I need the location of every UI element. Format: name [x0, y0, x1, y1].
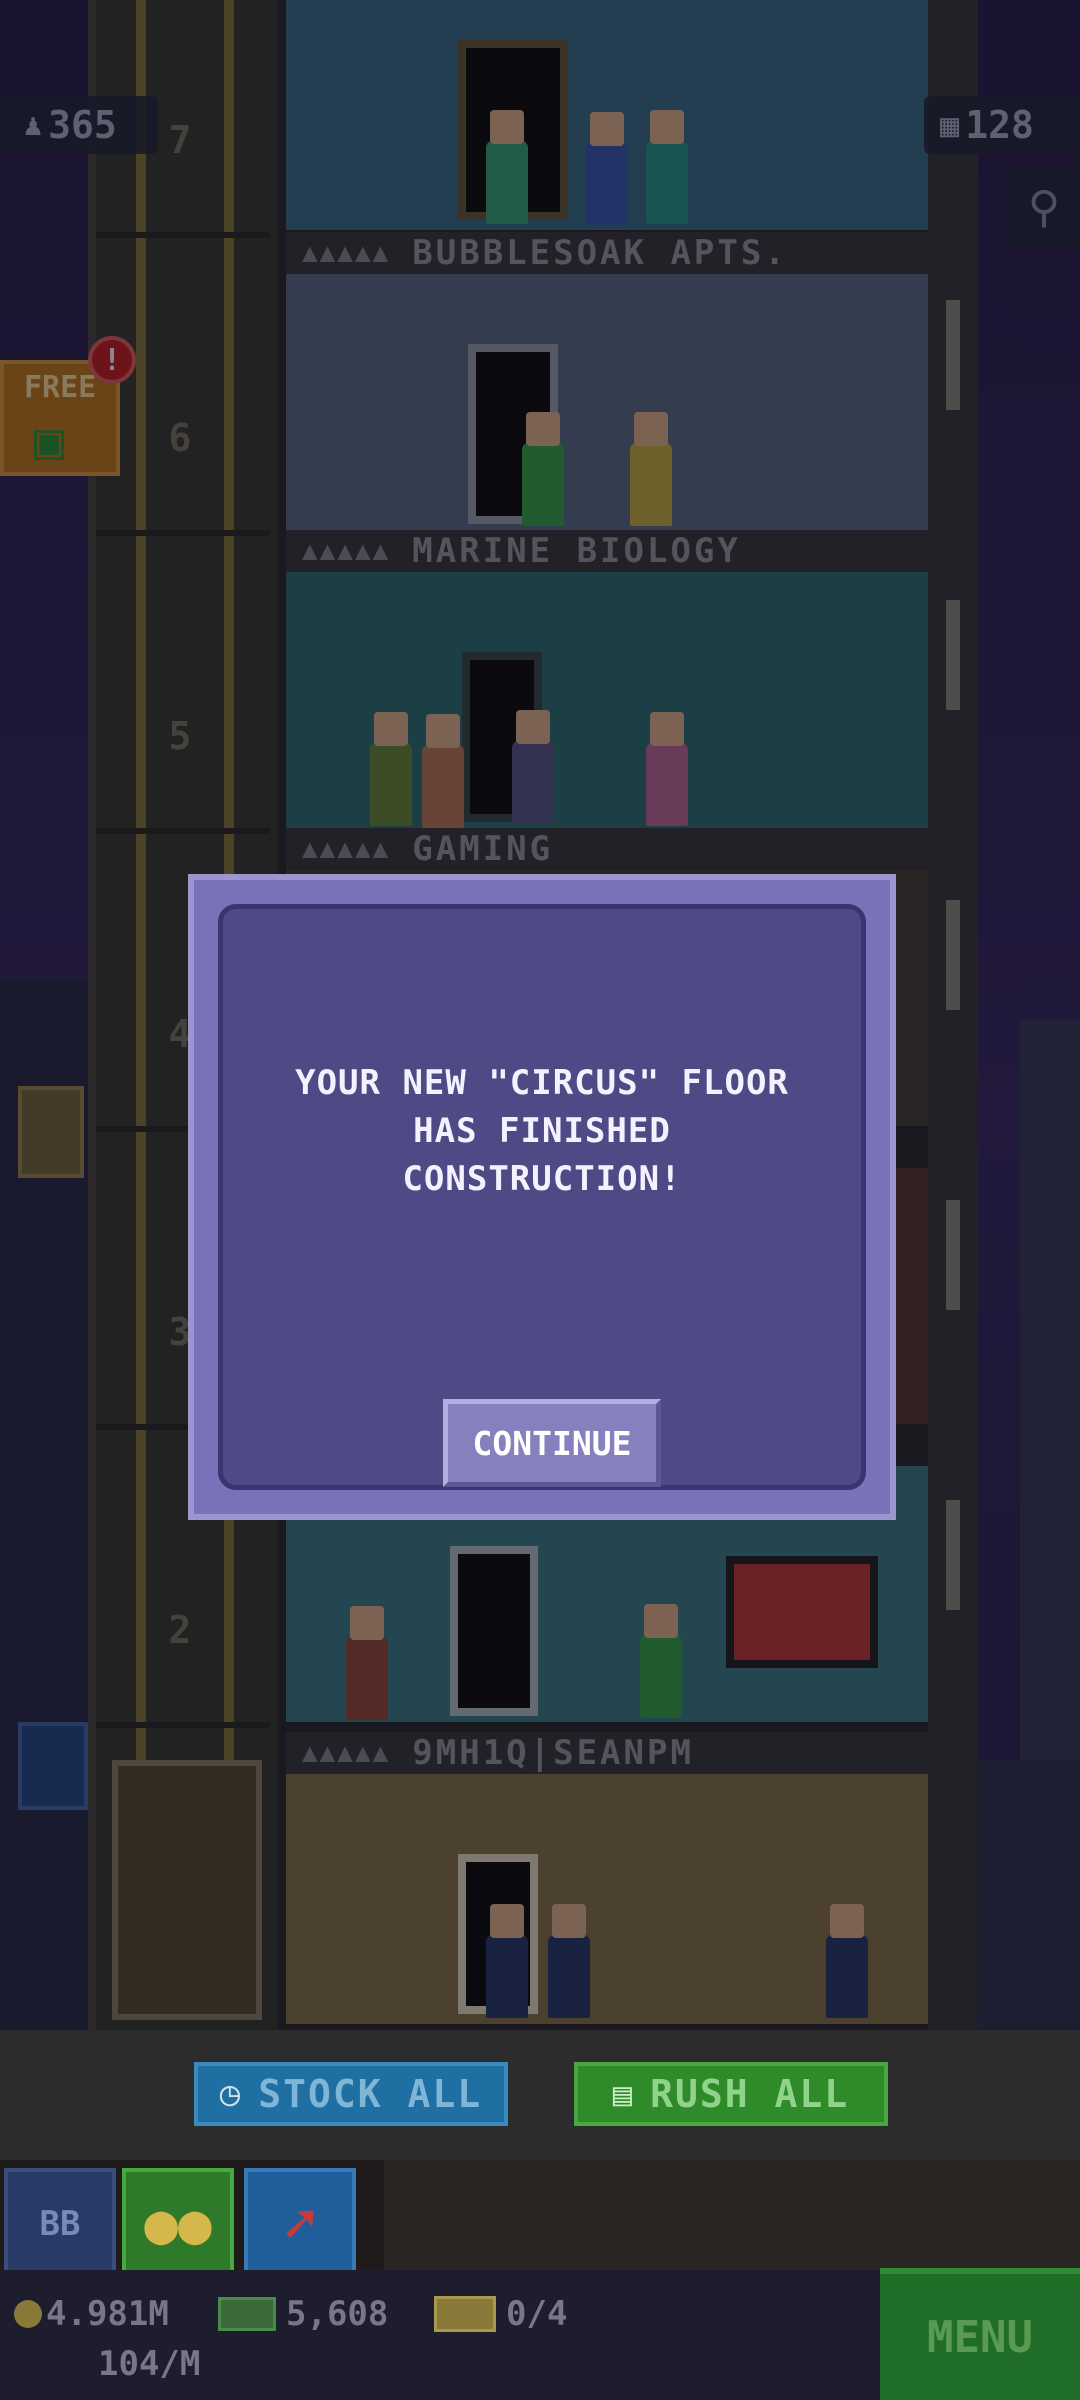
continue-button[interactable]: CONTINUE — [443, 1399, 661, 1487]
action-bar: ◷ STOCK ALL ▤ RUSH ALL — [0, 2030, 1080, 2160]
tab-coins[interactable]: ●● — [122, 2168, 234, 2280]
tab-move[interactable]: ➚ — [244, 2168, 356, 2280]
dialog-message: YOUR NEW "CIRCUS" FLOOR HAS FINISHED CON… — [295, 1063, 789, 1199]
coins-icon: ●● — [144, 2191, 212, 2257]
tickets-stat: 0/4 — [434, 2294, 567, 2334]
coins-stat: 4.981M — [14, 2294, 169, 2334]
coins-value: 4.981M — [46, 2294, 169, 2334]
bux-value: 5,608 — [286, 2294, 389, 2334]
ticket-icon — [434, 2296, 496, 2332]
clock-icon: ◷ — [219, 2074, 243, 2114]
bux-stat: 5,608 — [218, 2294, 388, 2334]
coin-rate-stat: 104/M — [98, 2344, 200, 2384]
rush-all-label: RUSH ALL — [650, 2072, 850, 2116]
coin-rate-value: 104/M — [98, 2344, 201, 2384]
coin-icon — [14, 2300, 42, 2328]
bux-small-icon — [218, 2297, 276, 2331]
bb-label: BB — [39, 2204, 81, 2244]
tab-bar: BB ●● ➚ — [0, 2160, 1080, 2280]
tab-bar-filler — [384, 2160, 1080, 2270]
menu-button[interactable]: MENU — [880, 2268, 1080, 2400]
bux-icon: ▤ — [612, 2075, 635, 2113]
tickets-value: 0/4 — [506, 2294, 568, 2334]
dialog-panel: YOUR NEW "CIRCUS" FLOOR HAS FINISHED CON… — [218, 904, 866, 1490]
rush-all-button[interactable]: ▤ RUSH ALL — [574, 2062, 888, 2126]
stock-all-label: STOCK ALL — [258, 2072, 483, 2116]
construction-complete-dialog: YOUR NEW "CIRCUS" FLOOR HAS FINISHED CON… — [188, 874, 896, 1520]
tab-bitbook[interactable]: BB — [4, 2168, 116, 2280]
arrow-icon: ➚ — [283, 2191, 317, 2257]
stock-all-button[interactable]: ◷ STOCK ALL — [194, 2062, 508, 2126]
